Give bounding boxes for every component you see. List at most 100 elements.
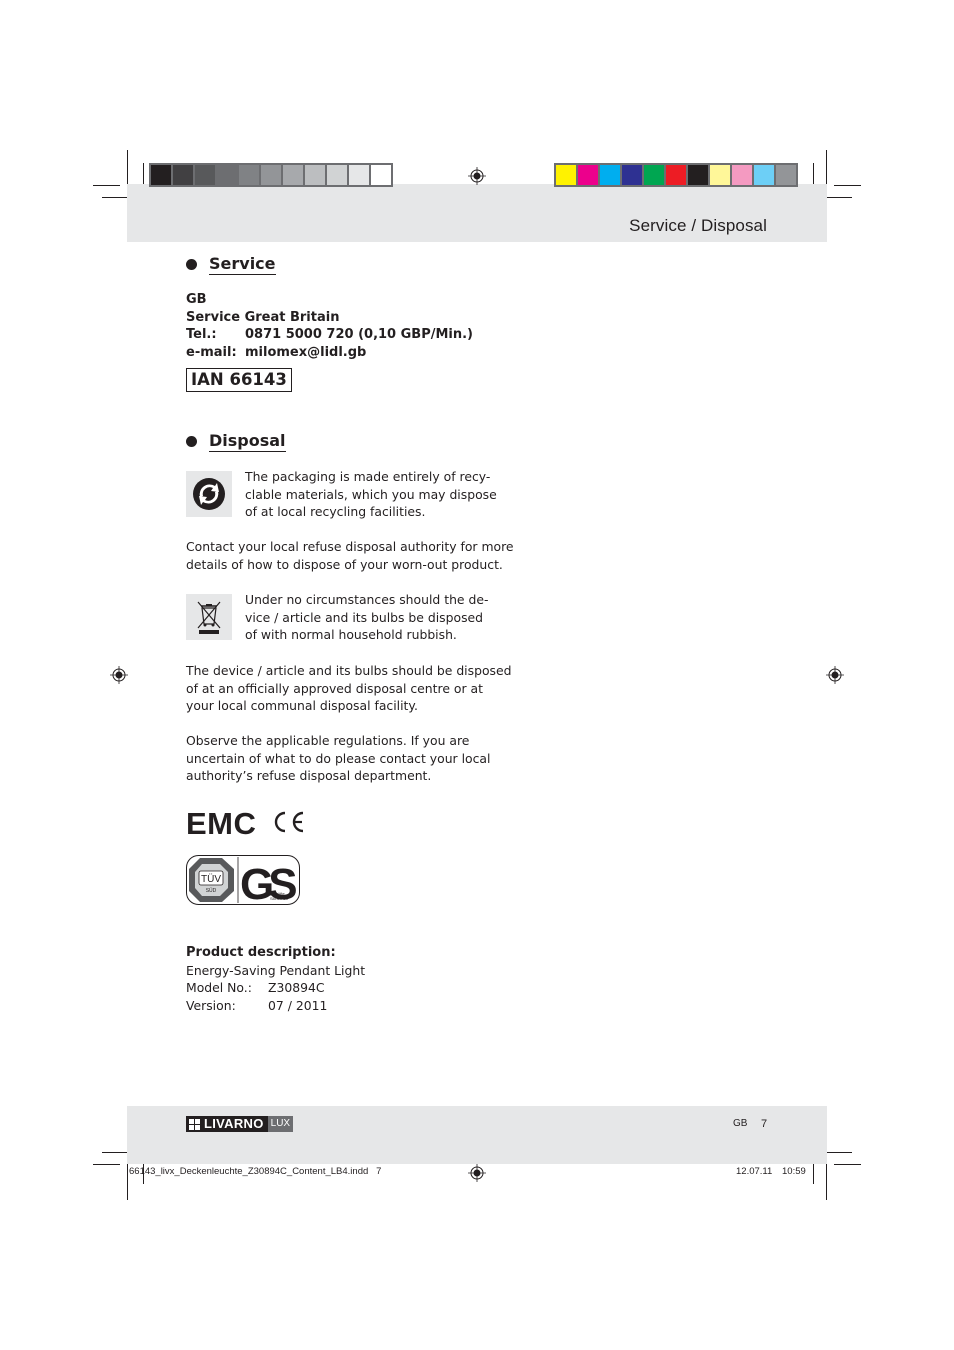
- service-email-row: e-mail: milomex@lidl.gb: [186, 344, 473, 362]
- color-swatch: [371, 165, 391, 185]
- print-time: 10:59: [782, 1166, 806, 1177]
- color-swatch: [239, 165, 259, 185]
- print-date: 12.07.11: [736, 1166, 773, 1177]
- crop-mark: [834, 1164, 861, 1165]
- disposal-centre-paragraph: The device / article and its bulbs shoul…: [186, 662, 511, 715]
- logo-main: LIVARNO: [186, 1116, 268, 1132]
- weee-icon-box: [186, 594, 232, 640]
- service-name: Service Great Britain: [186, 309, 340, 325]
- ian-number-box: IAN 66143: [186, 368, 292, 392]
- color-calibration-bar: [554, 163, 798, 187]
- emc-mark: EMC: [186, 806, 257, 841]
- text-line: of with normal household rubbish.: [245, 627, 457, 643]
- gs-sub-text: Sicherheit: [270, 896, 289, 901]
- page-language: GB: [733, 1118, 748, 1129]
- logo-brand-text: LIVARNO: [204, 1116, 264, 1131]
- color-swatch: [754, 165, 774, 185]
- email-label: e-mail:: [186, 344, 237, 360]
- service-tel-row: Tel.: 0871 5000 720 (0,10 GBP/Min.): [186, 326, 473, 344]
- tuv-gs-certification-icon: TÜV SÜD GS geprüfte Sicherheit: [186, 855, 300, 905]
- bullet-icon: [186, 436, 197, 447]
- green-dot-recycle-icon: [193, 478, 225, 510]
- crop-mark: [826, 197, 852, 198]
- recycle-icon-box: [186, 471, 232, 517]
- color-swatch: [283, 165, 303, 185]
- registration-mark-icon: [468, 167, 486, 185]
- page-header-title: Service / Disposal: [629, 216, 767, 235]
- color-swatch: [644, 165, 664, 185]
- logo-lux: LUX: [267, 1116, 294, 1132]
- page-number: 7: [761, 1118, 768, 1130]
- bullet-icon: [186, 259, 197, 270]
- crop-mark: [93, 185, 120, 186]
- version-row: Version: 07 / 2011: [186, 997, 365, 1015]
- crossed-out-wheelie-bin-icon: [197, 601, 221, 634]
- color-swatch: [195, 165, 215, 185]
- text-line: Observe the applicable regulations. If y…: [186, 733, 470, 748]
- weee-paragraph: Under no circumstances should the de- vi…: [245, 591, 488, 644]
- color-swatch: [261, 165, 281, 185]
- heading-text: Service: [209, 254, 276, 275]
- email-value: milomex@lidl.gb: [245, 344, 367, 360]
- service-contact-block: GB Service Great Britain Tel.: 0871 5000…: [186, 291, 473, 361]
- crop-mark: [813, 1162, 814, 1184]
- crop-mark: [826, 1152, 852, 1153]
- product-heading: Product description:: [186, 945, 336, 960]
- crop-mark: [102, 197, 128, 198]
- crop-mark: [826, 150, 827, 186]
- color-swatch: [776, 165, 796, 185]
- crop-mark: [826, 1164, 827, 1200]
- product-description-block: Product description: Energy-Saving Penda…: [186, 944, 365, 1014]
- text-line: uncertain of what to do please contact y…: [186, 750, 491, 766]
- registration-mark-icon: [468, 1164, 486, 1182]
- color-swatch: [349, 165, 369, 185]
- text-line: vice / article and its bulbs be disposed: [245, 609, 484, 625]
- text-line: Contact your local refuse disposal autho…: [186, 539, 514, 554]
- model-row: Model No.: Z30894C: [186, 979, 365, 997]
- file-info: 66143_livx_Deckenleuchte_Z30894C_Content…: [129, 1166, 382, 1177]
- text-line: of at local recycling facilities.: [245, 504, 426, 520]
- color-swatch: [217, 165, 237, 185]
- color-swatch: [305, 165, 325, 185]
- crop-mark: [127, 1164, 128, 1200]
- color-swatch: [710, 165, 730, 185]
- text-line: your local communal disposal facility.: [186, 698, 418, 714]
- recycle-paragraph: The packaging is made entirely of recy- …: [245, 468, 497, 521]
- color-swatch: [578, 165, 598, 185]
- tel-value: 0871 5000 720 (0,10 GBP/Min.): [245, 327, 474, 342]
- text-line: The device / article and its bulbs shoul…: [186, 663, 512, 678]
- registration-mark-icon: [110, 666, 128, 684]
- color-swatch: [556, 165, 576, 185]
- livarno-lux-logo: LIVARNO LUX: [186, 1116, 294, 1132]
- text-line: The packaging is made entirely of recy-: [245, 469, 491, 484]
- text-line: of at an officially approved disposal ce…: [186, 680, 483, 696]
- model-value: Z30894C: [268, 980, 325, 996]
- gray-scale-bar: [149, 163, 393, 187]
- section-heading-disposal: Disposal: [186, 431, 286, 452]
- section-heading-service: Service: [186, 254, 276, 275]
- heading-text: Disposal: [209, 431, 286, 452]
- regulations-paragraph: Observe the applicable regulations. If y…: [186, 732, 490, 785]
- version-label: Version:: [186, 997, 236, 1013]
- crop-mark: [93, 1164, 120, 1165]
- crop-mark: [834, 185, 861, 186]
- text-line: Under no circumstances should the de-: [245, 592, 489, 607]
- ce-mark-icon: [274, 811, 304, 833]
- color-swatch: [327, 165, 347, 185]
- service-country: GB: [186, 292, 207, 307]
- registration-mark-icon: [826, 666, 844, 684]
- color-swatch: [622, 165, 642, 185]
- product-name: Energy-Saving Pendant Light: [186, 962, 366, 978]
- color-swatch: [732, 165, 752, 185]
- version-value: 07 / 2011: [268, 997, 328, 1013]
- color-swatch: [600, 165, 620, 185]
- color-swatch: [173, 165, 193, 185]
- text-line: authority’s refuse disposal department.: [186, 768, 432, 784]
- color-swatch: [688, 165, 708, 185]
- crop-mark: [102, 1152, 128, 1153]
- contact-authority-paragraph: Contact your local refuse disposal autho…: [186, 538, 514, 573]
- footer-band: [127, 1106, 827, 1164]
- tuv-sub-text: SÜD: [206, 887, 217, 894]
- logo-squares-icon: [189, 1118, 200, 1130]
- tel-label: Tel.:: [186, 327, 217, 342]
